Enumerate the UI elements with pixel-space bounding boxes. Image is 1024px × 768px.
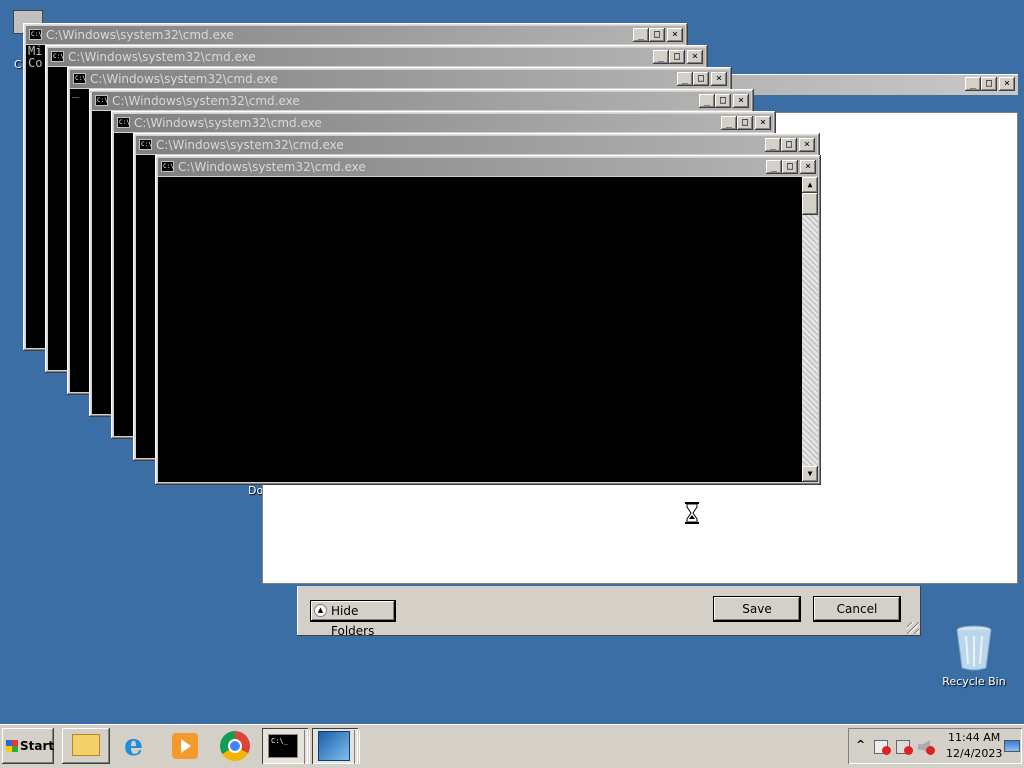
cmd-icon: [51, 48, 64, 66]
cmd-icon: [139, 136, 152, 154]
cmd-window-titlebar[interactable]: C:\Windows\system32\cmd.exe _□×: [26, 26, 685, 44]
taskbar-separator-2: [354, 730, 360, 764]
cmd-window-maximize-button[interactable]: □: [737, 116, 753, 130]
hide-folders-button[interactable]: ▲ Hide Folders: [310, 600, 396, 638]
cmd-window-close-button[interactable]: ×: [800, 160, 816, 174]
cmd-window-titlebar[interactable]: C:\Windows\system32\cmd.exe _□×: [158, 158, 818, 176]
save-dialog-footer: ▲ Hide Folders Save Cancel: [297, 586, 921, 638]
cmd-icon: [117, 114, 130, 132]
cmd-icon: [95, 92, 108, 110]
cmd-icon: [161, 158, 174, 176]
console-scrollbar[interactable]: ▲ ▼: [802, 177, 818, 482]
clock-time[interactable]: 11:44 AM: [948, 731, 1000, 744]
taskbar-item-save-dialog[interactable]: [312, 728, 358, 764]
console-output[interactable]: ▲ ▼: [158, 177, 818, 482]
cmd-window-title: C:\Windows\system32\cmd.exe: [46, 28, 234, 42]
chrome-icon-center: [228, 739, 242, 753]
folder-icon: [72, 734, 100, 756]
cmd-window-close-button[interactable]: ×: [799, 138, 815, 152]
taskbar: Start e C:\_ ^ 11:44 AM 12/4/2023: [0, 724, 1024, 768]
cmd-window-titlebar[interactable]: C:\Windows\system32\cmd.exe _□×: [92, 92, 751, 110]
recycle-bin-label: Recycle Bin: [942, 675, 1006, 688]
quicklaunch-media-player[interactable]: [164, 728, 208, 764]
cmd-window-title: C:\Windows\system32\cmd.exe: [156, 138, 344, 152]
quicklaunch-chrome[interactable]: [212, 728, 260, 764]
cancel-button[interactable]: Cancel: [813, 596, 901, 622]
cmd-window[interactable]: C:\Windows\system32\cmd.exe_□×▲▼: [155, 155, 821, 485]
cmd-window-maximize-button[interactable]: □: [781, 138, 797, 152]
cmd-window-titlebar[interactable]: C:\Windows\system32\cmd.exe _□×: [48, 48, 705, 66]
play-icon: [181, 739, 191, 753]
cmd-window-minimize-button[interactable]: _: [633, 28, 649, 42]
cmd-window-minimize-button[interactable]: _: [766, 160, 782, 174]
network-error-icon: [904, 746, 913, 755]
scroll-thumb[interactable]: [802, 193, 818, 215]
volume-muted-icon: [926, 746, 935, 755]
save-dialog-close-button[interactable]: ×: [999, 77, 1015, 91]
notepad-icon: [318, 731, 350, 761]
hourglass-cursor-icon: [685, 502, 699, 524]
save-dialog-title-strip: _ □ ×: [720, 74, 1018, 95]
cmd-icon: [73, 70, 86, 88]
windows-logo-icon: [6, 740, 18, 752]
cmd-window-minimize-button[interactable]: _: [699, 94, 715, 108]
cmd-icon: C:\_: [268, 734, 298, 758]
cmd-window-maximize-button[interactable]: □: [715, 94, 731, 108]
start-button[interactable]: Start: [2, 728, 54, 764]
action-center-error-icon: [882, 746, 891, 755]
cmd-window-title: C:\Windows\system32\cmd.exe: [178, 160, 366, 174]
tray-show-hidden-icon[interactable]: ^: [856, 738, 865, 751]
cmd-window-close-button[interactable]: ×: [733, 94, 749, 108]
cmd-window-maximize-button[interactable]: □: [649, 28, 665, 42]
cmd-window-close-button[interactable]: ×: [667, 28, 683, 42]
cmd-window-minimize-button[interactable]: _: [721, 116, 737, 130]
quicklaunch-internet-explorer[interactable]: e: [116, 728, 160, 764]
cmd-icon: [29, 26, 42, 44]
recycle-bin[interactable]: Recycle Bin: [934, 624, 1014, 688]
desktop-icon-label-documents: Do: [248, 484, 264, 497]
system-tray: ^ 11:44 AM 12/4/2023: [848, 728, 1022, 764]
save-dialog-maximize-button[interactable]: □: [981, 77, 997, 91]
cmd-window-close-button[interactable]: ×: [711, 72, 727, 86]
desktop-icon-label: C: [14, 58, 22, 71]
cmd-window-maximize-button[interactable]: □: [669, 50, 685, 64]
save-dialog-minimize-button[interactable]: _: [965, 77, 981, 91]
chevron-up-icon: ▲: [314, 604, 327, 617]
cmd-window-minimize-button[interactable]: _: [677, 72, 693, 86]
cmd-window-title: C:\Windows\system32\cmd.exe: [112, 94, 300, 108]
cmd-window-title: C:\Windows\system32\cmd.exe: [134, 116, 322, 130]
cmd-window-titlebar[interactable]: C:\Windows\system32\cmd.exe _□×: [114, 114, 773, 132]
cmd-window-minimize-button[interactable]: _: [653, 50, 669, 64]
scroll-down-button[interactable]: ▼: [802, 466, 818, 482]
cmd-window-close-button[interactable]: ×: [687, 50, 703, 64]
cmd-window-minimize-button[interactable]: _: [765, 138, 781, 152]
hide-folders-label: Hide Folders: [331, 604, 375, 638]
cmd-window-titlebar[interactable]: C:\Windows\system32\cmd.exe _□×: [136, 136, 817, 154]
clock-date[interactable]: 12/4/2023: [946, 747, 1002, 760]
start-label: Start: [20, 739, 55, 753]
taskbar-item-cmd[interactable]: C:\_: [262, 728, 308, 764]
internet-explorer-icon: e: [124, 728, 144, 763]
cmd-window-title: C:\Windows\system32\cmd.exe: [68, 50, 256, 64]
scroll-up-button[interactable]: ▲: [802, 177, 818, 193]
taskbar-separator: [304, 730, 310, 764]
cmd-window-maximize-button[interactable]: □: [782, 160, 798, 174]
recycle-bin-icon: [956, 625, 992, 671]
quicklaunch-file-explorer[interactable]: [62, 728, 110, 764]
cmd-window-maximize-button[interactable]: □: [693, 72, 709, 86]
resize-grip[interactable]: [907, 622, 919, 634]
save-button[interactable]: Save: [713, 596, 801, 622]
show-desktop-icon[interactable]: [1004, 740, 1020, 752]
cmd-window-close-button[interactable]: ×: [755, 116, 771, 130]
